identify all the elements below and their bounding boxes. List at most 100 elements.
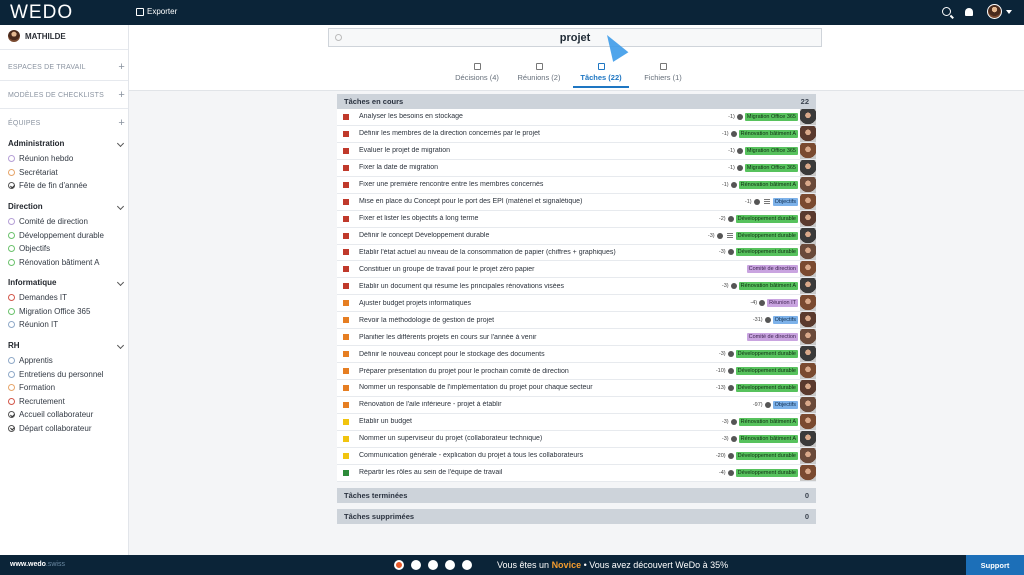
team-group-header[interactable]: Administration — [8, 139, 125, 152]
priority-icon[interactable] — [343, 469, 349, 476]
priority-icon[interactable] — [343, 368, 349, 375]
assignee-avatar[interactable] — [800, 108, 816, 125]
step-dot-icon[interactable] — [394, 560, 404, 570]
assignee-avatar[interactable] — [800, 329, 816, 346]
priority-icon[interactable] — [343, 351, 349, 358]
assignee-avatar[interactable] — [800, 142, 816, 159]
assignee-avatar[interactable] — [800, 193, 816, 210]
workspace-tag[interactable]: Rénovation bâtiment A — [738, 434, 798, 443]
chevron-down-icon[interactable] — [116, 278, 125, 287]
support-button[interactable]: Support — [966, 555, 1024, 575]
assignee-avatar[interactable] — [800, 176, 816, 193]
sidebar-item[interactable]: Secrétariat — [8, 166, 125, 180]
priority-icon[interactable] — [343, 130, 349, 137]
workspace-tag[interactable]: Développement durable — [735, 231, 798, 240]
priority-icon[interactable] — [343, 232, 349, 239]
task-row[interactable]: Établir un budget -3) Rénovation bâtiment … — [337, 413, 816, 431]
sidebar-item[interactable]: Apprentis — [8, 354, 125, 368]
workspace-tag[interactable]: Comité de direction — [746, 265, 798, 274]
task-row[interactable]: Revoir la méthodologie de gestion de pro… — [337, 312, 816, 330]
task-row[interactable]: Fixer et lister les objectifs à long ter… — [337, 210, 816, 228]
assignee-avatar[interactable] — [800, 210, 816, 227]
assignee-avatar[interactable] — [800, 125, 816, 142]
assignee-avatar[interactable] — [800, 396, 816, 413]
sidebar-item[interactable]: Rénovation bâtiment A — [8, 256, 125, 270]
workspace-tag[interactable]: Rénovation bâtiment A — [738, 417, 798, 426]
assignee-avatar[interactable] — [800, 227, 816, 244]
sidebar-item[interactable]: Recrutement — [8, 395, 125, 409]
step-dot-icon[interactable] — [411, 560, 421, 570]
user-avatar[interactable] — [987, 4, 1002, 19]
assignee-avatar[interactable] — [800, 430, 816, 447]
wedo-logo[interactable]: WEDO — [10, 2, 73, 24]
priority-icon[interactable] — [343, 164, 349, 171]
section-teams[interactable]: ÉQUIPES + — [8, 118, 125, 129]
priority-icon[interactable] — [343, 384, 349, 391]
workspace-tag[interactable]: Développement durable — [735, 214, 798, 223]
workspace-tag[interactable]: Rénovation bâtiment A — [738, 129, 798, 138]
team-group-header[interactable]: RH — [8, 341, 125, 354]
task-row[interactable]: Mise en place du Concept pour le port de… — [337, 193, 816, 211]
tab-0[interactable]: Décisions (4) — [449, 63, 505, 89]
sidebar-item[interactable]: Entretiens du personnel — [8, 368, 125, 382]
task-row[interactable]: Fixer la date de migration -1) Migration O… — [337, 159, 816, 177]
task-row[interactable]: Ajuster budget projets informatiques -4) R… — [337, 295, 816, 313]
workspace-tag[interactable]: Migration Office 365 — [744, 146, 798, 155]
chevron-down-icon[interactable] — [1006, 9, 1012, 14]
chevron-down-icon[interactable] — [116, 139, 125, 148]
bell-icon[interactable] — [965, 7, 973, 16]
task-row[interactable]: Communication générale - explication du … — [337, 447, 816, 465]
assignee-avatar[interactable] — [800, 159, 816, 176]
priority-icon[interactable] — [343, 401, 349, 408]
sidebar-item[interactable]: Comité de direction — [8, 215, 125, 229]
priority-icon[interactable] — [343, 435, 349, 442]
workspace-tag[interactable]: Objectifs — [772, 400, 798, 409]
export-button[interactable]: Exporter — [136, 7, 177, 16]
assignee-avatar[interactable] — [800, 464, 816, 481]
priority-icon[interactable] — [343, 266, 349, 273]
workspace-tag[interactable]: Développement durable — [735, 451, 798, 460]
workspace-tag[interactable]: Rénovation bâtiment A — [738, 180, 798, 189]
chevron-down-icon[interactable] — [116, 202, 125, 211]
step-dot-icon[interactable] — [428, 560, 438, 570]
site-link[interactable]: www.wedo.swiss — [10, 561, 65, 568]
priority-icon[interactable] — [343, 452, 349, 459]
sidebar-item[interactable]: Objectifs — [8, 242, 125, 256]
workspace-tag[interactable]: Développement durable — [735, 350, 798, 359]
current-user[interactable]: MATHILDE — [8, 30, 66, 42]
priority-icon[interactable] — [343, 334, 349, 341]
step-dot-icon[interactable] — [445, 560, 455, 570]
task-row[interactable]: Nommer un superviseur du projet (collabo… — [337, 430, 816, 448]
assignee-avatar[interactable] — [800, 346, 816, 363]
task-row[interactable]: Fixer une première rencontre entre les m… — [337, 176, 816, 194]
search-icon[interactable] — [942, 7, 951, 16]
chevron-down-icon[interactable] — [116, 341, 125, 350]
plus-icon[interactable]: + — [118, 62, 125, 73]
sidebar-item[interactable]: Formation — [8, 381, 125, 395]
sidebar-item[interactable]: Fête de fin d'année — [8, 179, 125, 193]
priority-icon[interactable] — [343, 198, 349, 205]
workspace-tag[interactable]: Réunion IT — [767, 299, 798, 308]
assignee-avatar[interactable] — [800, 261, 816, 278]
assignee-avatar[interactable] — [800, 244, 816, 261]
task-row[interactable]: Définir le concept Développement durable… — [337, 227, 816, 245]
assignee-avatar[interactable] — [800, 278, 816, 295]
workspace-tag[interactable]: Objectifs — [772, 197, 798, 206]
task-row[interactable]: Répartir les rôles au sein de l'équipe d… — [337, 464, 816, 482]
tab-3[interactable]: Fichiers (1) — [635, 63, 691, 89]
priority-icon[interactable] — [343, 249, 349, 256]
assignee-avatar[interactable] — [800, 363, 816, 380]
section-workspaces[interactable]: ESPACES DE TRAVAIL + — [8, 62, 125, 73]
plus-icon[interactable]: + — [118, 118, 125, 129]
sidebar-item[interactable]: Accueil collaborateur — [8, 408, 125, 422]
workspace-tag[interactable]: Développement durable — [735, 248, 798, 257]
workspace-tag[interactable]: Développement durable — [735, 383, 798, 392]
workspace-tag[interactable]: Développement durable — [735, 468, 798, 477]
priority-icon[interactable] — [343, 300, 349, 307]
priority-icon[interactable] — [343, 113, 349, 120]
sidebar-item[interactable]: Demandes IT — [8, 291, 125, 305]
workspace-tag[interactable]: Rénovation bâtiment A — [738, 282, 798, 291]
task-row[interactable]: Nommer un responsable de l'implémentatio… — [337, 379, 816, 397]
assignee-avatar[interactable] — [800, 295, 816, 312]
section-deleted-header[interactable]: Tâches supprimées 0 — [337, 508, 816, 524]
